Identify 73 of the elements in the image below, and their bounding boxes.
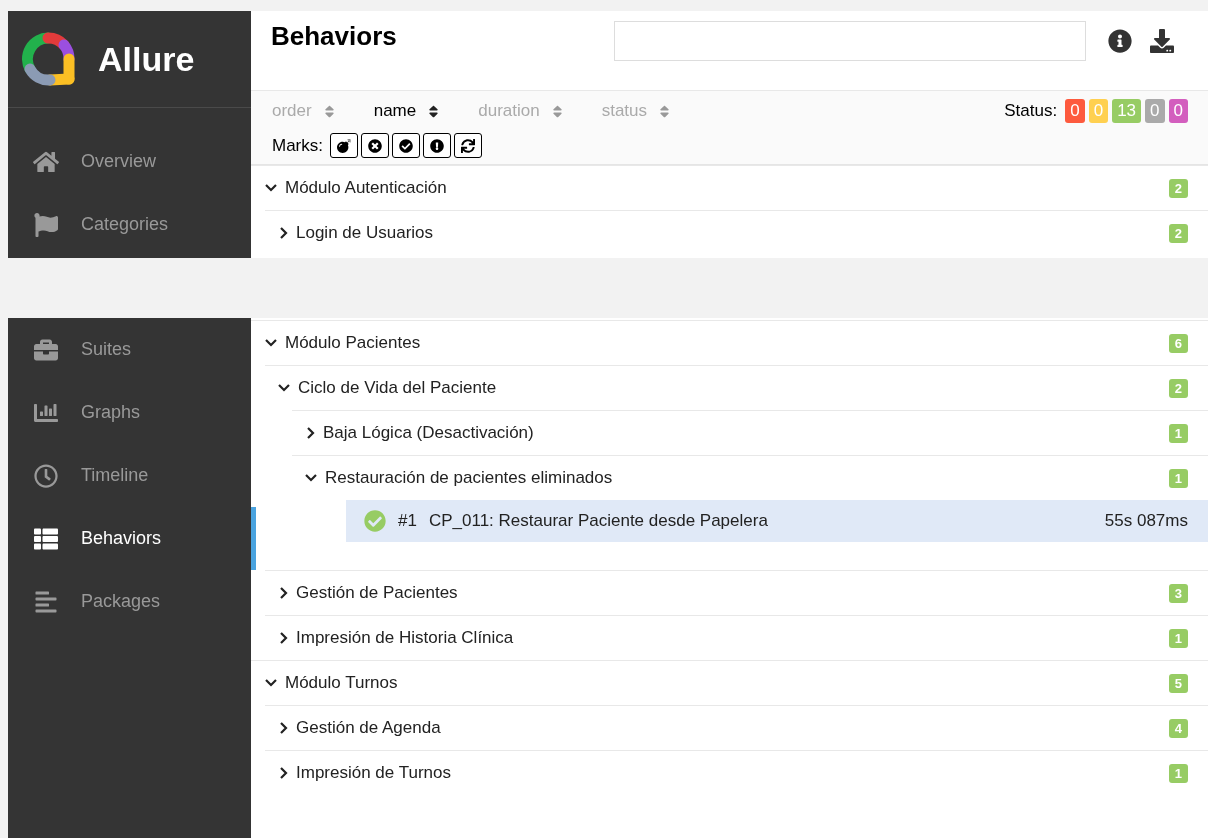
- tree-row[interactable]: Ciclo de Vida del Paciente 2: [265, 365, 1208, 410]
- tree-row[interactable]: Login de Usuarios 2: [265, 210, 1208, 255]
- group-name: Módulo Turnos: [285, 673, 399, 693]
- tree-row[interactable]: Módulo Pacientes 6: [251, 320, 1208, 365]
- mark-filter-button[interactable]: [392, 133, 420, 158]
- refresh-icon: [461, 138, 475, 153]
- count-badge: 2: [1168, 178, 1188, 198]
- logo-icon: [20, 31, 76, 87]
- bomb-icon: [337, 138, 351, 153]
- chevron-down-icon: [265, 339, 277, 347]
- flag-icon: [33, 212, 59, 237]
- info-icon[interactable]: [1108, 29, 1132, 53]
- mark-filter-button[interactable]: [330, 133, 358, 158]
- test-number: #1: [398, 511, 417, 531]
- group-name: Ciclo de Vida del Paciente: [298, 378, 498, 398]
- marks-label: Marks:: [272, 135, 323, 156]
- tree-row[interactable]: Gestión de Pacientes 3: [265, 570, 1208, 615]
- status-label: Status:: [1004, 101, 1058, 121]
- nav-item[interactable]: Graphs: [8, 381, 256, 444]
- tree-row[interactable]: Gestión de Agenda 4: [265, 705, 1208, 750]
- briefcase-icon: [33, 337, 59, 362]
- count-badge: 1: [1168, 763, 1188, 783]
- tree-row[interactable]: Módulo Turnos 5: [251, 660, 1208, 705]
- group-name: Baja Lógica (Desactivación): [323, 423, 535, 443]
- test-duration: 55s 087ms: [1104, 511, 1188, 531]
- count-badge: 4: [1168, 718, 1188, 738]
- count-badge: 1: [1168, 468, 1188, 488]
- test-row[interactable]: #1 CP_011: Restaurar Paciente desde Papelera 55s 087ms: [346, 500, 1208, 542]
- chevron-down-icon: [265, 184, 277, 192]
- chevron-right-icon: [307, 427, 315, 439]
- group-name: Gestión de Agenda: [296, 718, 442, 738]
- tree-row[interactable]: Impresión de Turnos 1: [265, 750, 1208, 795]
- count-badge: 6: [1168, 333, 1188, 353]
- tree-row[interactable]: Impresión de Historia Clínica 1: [265, 615, 1208, 660]
- count-badge: 2: [1168, 378, 1188, 398]
- group-name: Impresión de Turnos: [296, 763, 452, 783]
- group-name: Impresión de Historia Clínica: [296, 628, 515, 648]
- chevron-right-icon: [280, 227, 288, 239]
- page-title: Behaviors: [271, 21, 398, 52]
- chevron-right-icon: [280, 767, 288, 779]
- count-badge: 1: [1168, 628, 1188, 648]
- mark-filter-button[interactable]: [454, 133, 482, 158]
- mark-filter-button[interactable]: [423, 133, 451, 158]
- download-icon[interactable]: [1150, 29, 1174, 53]
- group-name: Módulo Pacientes: [285, 333, 422, 353]
- tree-row[interactable]: Baja Lógica (Desactivación) 1: [292, 410, 1208, 455]
- tree-row[interactable]: Módulo Autenticación 2: [251, 165, 1208, 210]
- group-name: Restauración de pacientes eliminados: [325, 468, 614, 488]
- clock-icon: [33, 463, 59, 488]
- chevron-right-icon: [280, 632, 288, 644]
- chevron-down-icon: [278, 384, 290, 392]
- nav-item[interactable]: Timeline: [8, 444, 256, 507]
- chevron-down-icon: [305, 474, 317, 482]
- logo-text: Allure: [98, 39, 195, 79]
- home-icon: [33, 149, 59, 174]
- lines-icon: [33, 589, 59, 614]
- test-name: CP_011: Restaurar Paciente desde Papelera: [428, 511, 769, 531]
- group-name: Login de Usuarios: [296, 223, 435, 243]
- count-badge: 2: [1168, 223, 1188, 243]
- chevron-right-icon: [280, 587, 288, 599]
- mark-filter-button[interactable]: [361, 133, 389, 158]
- group-name: Módulo Autenticación: [285, 178, 448, 198]
- chevron-down-icon: [265, 679, 277, 687]
- list-icon: [33, 526, 59, 551]
- count-badge: 1: [1168, 423, 1188, 443]
- group-name: Gestión de Pacientes: [296, 583, 459, 603]
- search-field[interactable]: [614, 21, 1086, 61]
- sort-button[interactable]: name: [373, 101, 442, 121]
- sort-icon: [657, 103, 672, 119]
- nav-item[interactable]: Packages: [8, 570, 256, 633]
- chevron-right-icon: [280, 722, 288, 734]
- count-badge: 3: [1168, 583, 1188, 603]
- count-badge: 5: [1168, 673, 1188, 693]
